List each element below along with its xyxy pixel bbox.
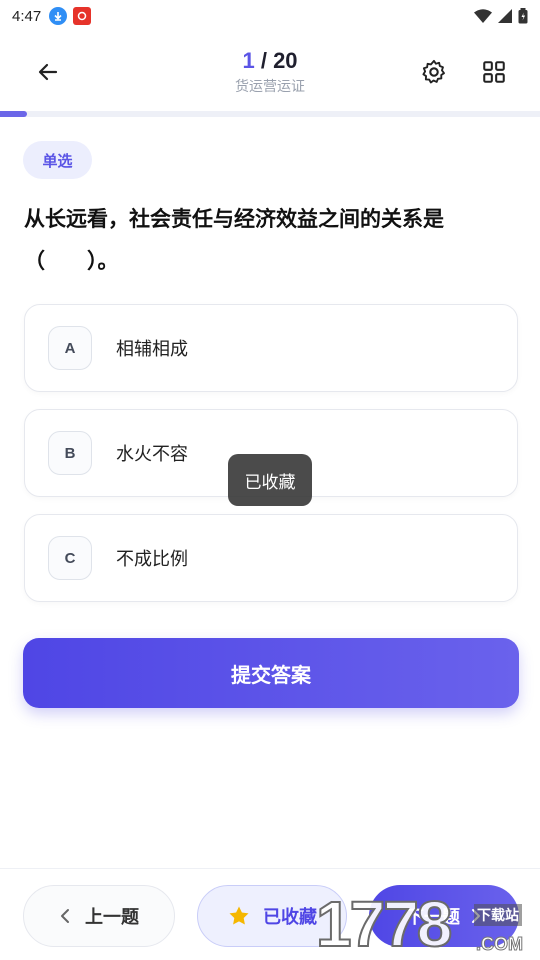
star-icon xyxy=(229,906,249,925)
current-index: 1 xyxy=(242,48,255,73)
question-counter: 1 / 20 xyxy=(0,48,540,74)
progress-fill xyxy=(0,111,27,117)
previous-question-button[interactable]: 上一题 xyxy=(23,885,175,947)
site-watermark: 1778 下载站 .COM xyxy=(315,888,540,960)
watermark-site: 下载站 xyxy=(474,904,522,926)
option-text: 相辅相成 xyxy=(116,339,188,360)
app-notification-icon xyxy=(73,7,92,25)
submit-answer-button[interactable]: 提交答案 xyxy=(23,638,519,708)
question-text: 从长远看，社会责任与经济效益之间的关系是（ ）。 xyxy=(24,207,444,273)
option-text: 不成比例 xyxy=(116,549,188,570)
grid-icon xyxy=(483,61,505,83)
download-notification-icon xyxy=(49,7,68,25)
watermark-number: 1778 xyxy=(315,888,453,960)
option-letter: B xyxy=(48,431,92,475)
battery-icon xyxy=(518,8,528,24)
settings-button[interactable] xyxy=(416,54,452,90)
question-type-badge: 单选 xyxy=(23,141,92,179)
option-c[interactable]: C 不成比例 xyxy=(24,514,518,602)
counter-separator: / xyxy=(260,48,267,73)
watermark-domain: .COM xyxy=(476,934,524,955)
favorited-toast: 已收藏 xyxy=(228,454,312,506)
progress-bar xyxy=(0,111,540,117)
option-a[interactable]: A 相辅相成 xyxy=(24,304,518,392)
status-bar: 4:47 xyxy=(0,0,540,32)
subject-title: 货运营运证 xyxy=(235,79,305,95)
wifi-icon xyxy=(474,9,492,23)
question-grid-button[interactable] xyxy=(476,54,512,90)
total-count: 20 xyxy=(273,48,298,73)
signal-icon xyxy=(498,9,512,23)
chevron-left-icon xyxy=(61,909,69,923)
previous-label: 上一题 xyxy=(85,907,139,928)
status-time: 4:47 xyxy=(12,7,42,25)
header: 1 / 20 货运营运证 xyxy=(0,36,540,108)
favorite-label: 已收藏 xyxy=(263,907,317,928)
option-text: 水火不容 xyxy=(116,444,188,465)
status-right xyxy=(474,8,528,24)
option-letter: C xyxy=(48,536,92,580)
option-letter: A xyxy=(48,326,92,370)
gear-icon xyxy=(422,59,445,84)
